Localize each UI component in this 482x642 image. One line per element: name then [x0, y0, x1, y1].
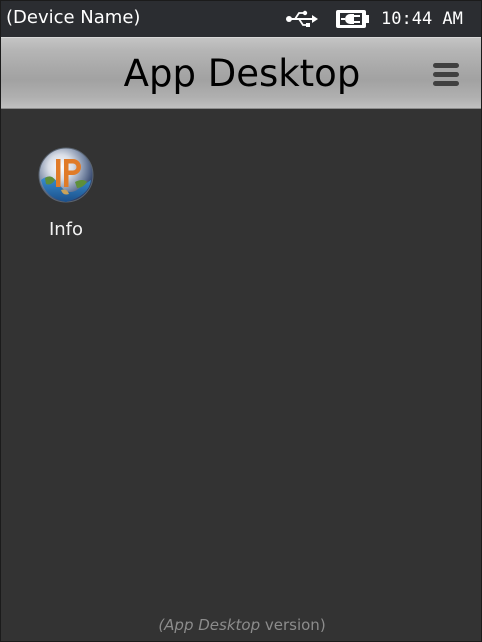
app-window: (Device Name) 10:44 AM App Desktop Info …: [0, 0, 482, 642]
battery-charging-icon: [336, 10, 369, 28]
usb-icon: [286, 10, 318, 27]
clock: 10:44 AM: [381, 9, 463, 29]
version-footer: (App Desktop version): [158, 616, 326, 634]
app-label: Info: [48, 219, 84, 240]
page-title: App Desktop: [123, 52, 361, 95]
app-tile-info[interactable]: Info: [23, 143, 109, 247]
footer-version-suffix: version): [260, 616, 326, 634]
menu-button[interactable]: [425, 58, 465, 90]
device-name: (Device Name): [6, 7, 141, 28]
title-bar: App Desktop: [1, 37, 481, 109]
footer-app-name: App Desktop: [164, 616, 261, 634]
status-bar: (Device Name) 10:44 AM: [1, 1, 481, 37]
desktop-area: Info: [1, 109, 481, 641]
info-ip-globe-icon: [38, 147, 94, 203]
